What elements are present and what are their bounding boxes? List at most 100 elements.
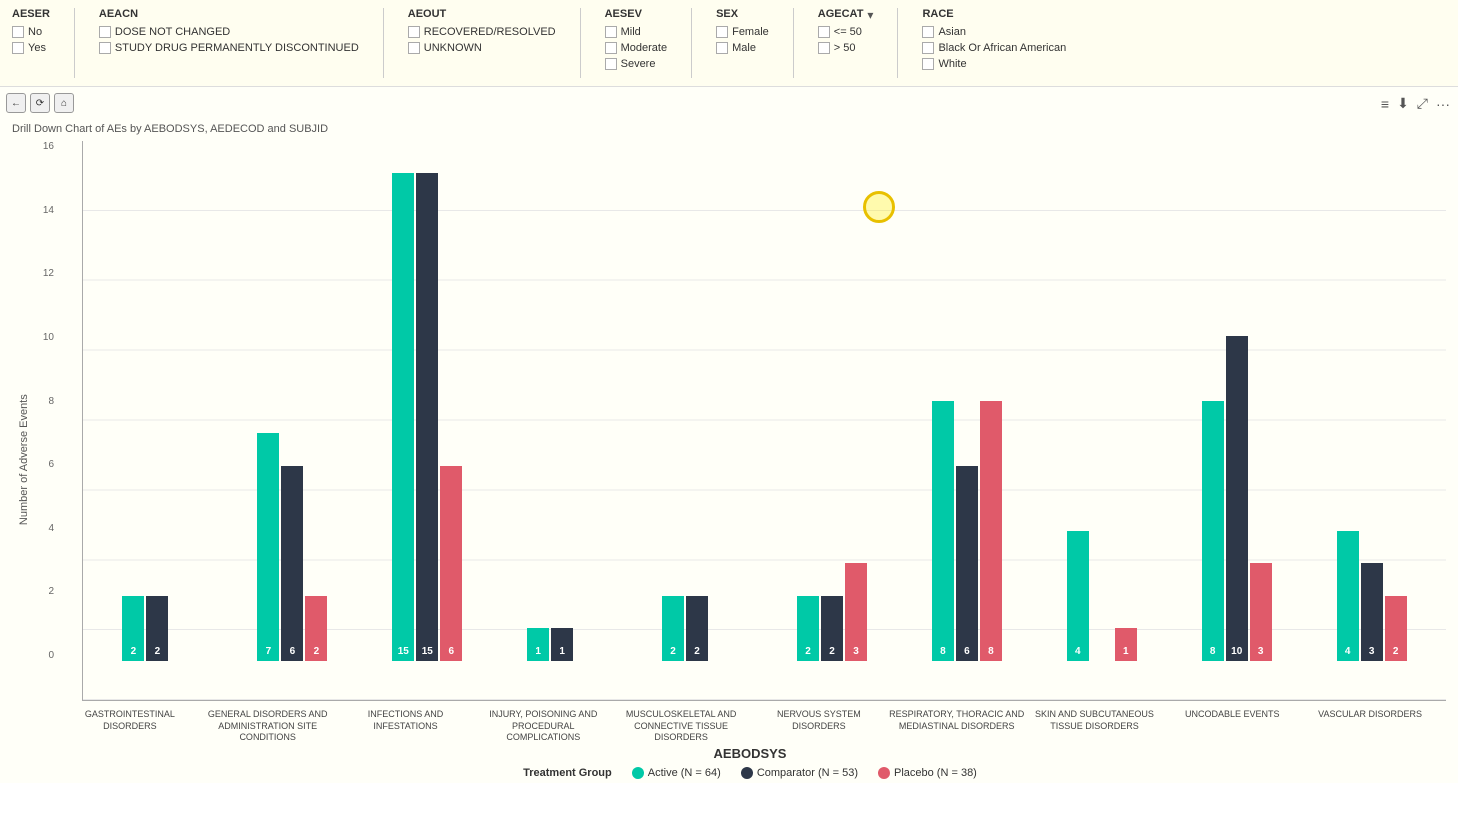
race-white-checkbox[interactable] [922,58,934,70]
home-button[interactable]: ⌂ [54,93,74,113]
divider-3 [580,8,581,78]
bar-group-3[interactable]: 11 [496,628,629,661]
expand-icon[interactable]: ⤢ [1417,95,1428,112]
bar-active-8[interactable]: 8 [1202,401,1224,661]
aeacn-discontinued-label: STUDY DRUG PERMANENTLY DISCONTINUED [115,42,359,54]
bar-placebo-7[interactable]: 1 [1115,628,1137,661]
bar-comparator-2[interactable]: 15 [416,173,438,661]
aeout-unknown-checkbox[interactable] [408,42,420,54]
aeacn-dose[interactable]: DOSE NOT CHANGED [99,26,359,38]
sex-label: SEX [716,8,769,20]
agecat-gt50-checkbox[interactable] [818,42,830,54]
bar-group-6[interactable]: 868 [900,401,1033,661]
bar-placebo-5[interactable]: 3 [845,563,867,661]
agecat-gt50-label: > 50 [834,42,856,54]
sex-female-checkbox[interactable] [716,26,728,38]
y-tick-8: 8 [30,396,54,407]
bar-comparator-5[interactable]: 2 [821,596,843,661]
plot-area: 22762151561122223868418103432 [82,141,1446,701]
race-black-checkbox[interactable] [922,42,934,54]
lines-icon[interactable]: ≡ [1381,96,1389,112]
agecat-le50[interactable]: <= 50 [818,26,874,38]
bar-comparator-6[interactable]: 6 [956,466,978,661]
race-asian-checkbox[interactable] [922,26,934,38]
aeser-yes[interactable]: Yes [12,42,50,54]
bar-active-9[interactable]: 4 [1337,531,1359,661]
agecat-arrow-icon[interactable]: ▾ [867,8,873,22]
bar-comparator-1[interactable]: 6 [281,466,303,661]
download-icon[interactable]: ⬇ [1397,95,1409,112]
bar-comparator-3[interactable]: 1 [551,628,573,661]
bar-active-5[interactable]: 2 [797,596,819,661]
x-label-9: VASCULAR DISORDERS [1302,709,1438,744]
aesev-moderate-checkbox[interactable] [605,42,617,54]
bar-comparator-4[interactable]: 2 [686,596,708,661]
more-icon[interactable]: ··· [1436,96,1450,112]
aeacn-label: AEACN [99,8,359,20]
race-white-label: White [938,58,966,70]
aeacn-discontinued-checkbox[interactable] [99,42,111,54]
y-tick-12: 12 [30,268,54,279]
bar-group-1[interactable]: 762 [226,433,359,661]
aeout-recovered-checkbox[interactable] [408,26,420,38]
bar-active-4[interactable]: 2 [662,596,684,661]
bar-active-0[interactable]: 2 [122,596,144,661]
aesev-severe-checkbox[interactable] [605,58,617,70]
bar-placebo-8[interactable]: 3 [1250,563,1272,661]
race-asian[interactable]: Asian [922,26,1066,38]
bar-placebo-2[interactable]: 6 [440,466,462,661]
bar-active-6[interactable]: 8 [932,401,954,661]
aeout-unknown[interactable]: UNKNOWN [408,42,556,54]
bar-active-2[interactable]: 15 [392,173,414,661]
aesev-severe[interactable]: Severe [605,58,667,70]
aeser-no[interactable]: No [12,26,50,38]
aeser-yes-checkbox[interactable] [12,42,24,54]
y-tick-14: 14 [30,205,54,216]
legend-active-label: Active (N = 64) [648,767,721,779]
bar-comparator-9[interactable]: 3 [1361,563,1383,661]
agecat-gt50[interactable]: > 50 [818,42,874,54]
aesev-mild-checkbox[interactable] [605,26,617,38]
aeout-recovered[interactable]: RECOVERED/RESOLVED [408,26,556,38]
bar-placebo-9[interactable]: 2 [1385,596,1407,661]
race-label: RACE [922,8,1066,20]
aeacn-dose-checkbox[interactable] [99,26,111,38]
aesev-mild-label: Mild [621,26,641,38]
bar-comparator-0[interactable]: 2 [146,596,168,661]
aeacn-discontinued[interactable]: STUDY DRUG PERMANENTLY DISCONTINUED [99,42,359,54]
bar-placebo-6[interactable]: 8 [980,401,1002,661]
filter-agecat: AGECAT ▾ <= 50 > 50 [818,8,874,54]
divider-2 [383,8,384,78]
bar-comparator-8[interactable]: 10 [1226,336,1248,661]
bar-value-comparator-9: 3 [1361,646,1383,657]
legend-prefix: Treatment Group [523,767,612,779]
sex-male-checkbox[interactable] [716,42,728,54]
bar-group-4[interactable]: 22 [631,596,764,661]
race-white[interactable]: White [922,58,1066,70]
sex-female[interactable]: Female [716,26,769,38]
bar-value-active-5: 2 [797,646,819,657]
aeser-no-checkbox[interactable] [12,26,24,38]
divider-5 [793,8,794,78]
filter-sex: SEX Female Male [716,8,769,54]
bar-placebo-1[interactable]: 2 [305,596,327,661]
forward-button[interactable]: ⟳ [30,93,50,113]
agecat-le50-checkbox[interactable] [818,26,830,38]
aesev-mild[interactable]: Mild [605,26,667,38]
bar-group-7[interactable]: 41 [1035,531,1168,661]
y-tick-16: 16 [30,141,54,152]
chart-container: ← ⟳ ⌂ ≡ ⬇ ⤢ ··· Drill Down Chart of AEs … [0,87,1458,783]
race-black[interactable]: Black Or African American [922,42,1066,54]
bar-group-0[interactable]: 22 [91,596,224,661]
bar-active-1[interactable]: 7 [257,433,279,661]
sex-male[interactable]: Male [716,42,769,54]
bar-active-3[interactable]: 1 [527,628,549,661]
aesev-moderate[interactable]: Moderate [605,42,667,54]
bar-group-2[interactable]: 15156 [361,173,494,661]
bar-group-5[interactable]: 223 [766,563,899,661]
bar-group-9[interactable]: 432 [1305,531,1438,661]
bar-active-7[interactable]: 4 [1067,531,1089,661]
chart-inner: 0 2 4 6 8 10 12 14 16 227621515611222 [30,141,1446,779]
back-button[interactable]: ← [6,93,26,113]
bar-group-8[interactable]: 8103 [1170,336,1303,661]
